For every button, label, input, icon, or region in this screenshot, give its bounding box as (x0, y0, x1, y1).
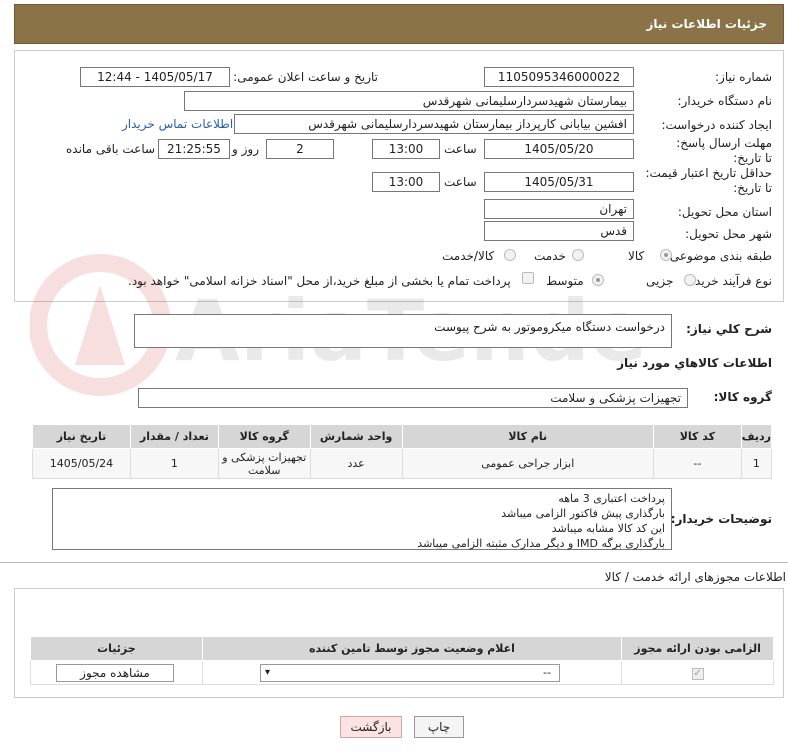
chevron-down-icon: ▾ (265, 667, 271, 678)
buyer-org-label: نام دستگاه خریدار: (677, 94, 773, 108)
cell-name: ابزار جراحی عمومی (401, 448, 654, 479)
purchase-radio-minor[interactable] (684, 274, 696, 286)
category-option-service: خدمت (534, 249, 566, 263)
city-field: قدس (484, 221, 634, 241)
col-unit: واحد شمارش (309, 424, 403, 449)
price-valid-label: حداقل تاریخ اعتبار قیمت: تا تاریخ: (645, 166, 772, 195)
days-remaining-field: 2 (266, 139, 334, 159)
lic-col-details: جزئیات (30, 636, 203, 661)
lic-required-cell: ✓ (621, 660, 774, 685)
category-radio-goods[interactable] (660, 249, 672, 261)
province-label: استان محل تحویل: (677, 205, 772, 219)
announce-label: تاریخ و ساعت اعلان عمومی: (233, 70, 378, 84)
goods-section-title: اطلاعات کالاهاي مورد نياز (617, 356, 772, 370)
price-valid-date-field: 1405/05/31 (484, 172, 634, 192)
purchase-radio-medium[interactable] (592, 274, 604, 286)
category-radio-service[interactable] (572, 249, 584, 261)
city-label: شهر محل تحویل: (685, 227, 772, 241)
description-textarea[interactable]: درخواست دستگاه میکروموتور به شرح پیوست (134, 314, 672, 348)
view-license-button[interactable]: مشاهده مجوز (56, 664, 174, 682)
page-title: جزئیات اطلاعات نیاز (646, 17, 767, 31)
description-label: شرح کلي نياز: (686, 322, 772, 336)
price-valid-time-field: 13:00 (372, 172, 440, 192)
buyer-notes-label: توضیحات خریدار: (670, 512, 772, 526)
cell-code: -- (652, 448, 742, 479)
cell-row: 1 (740, 448, 773, 479)
print-button[interactable]: چاپ (414, 716, 464, 738)
purchase-type-label: نوع فرآیند خرید : (687, 274, 772, 288)
buyer-note-line: این کد کالا مشابه میباشد (551, 522, 665, 535)
category-radio-goods-service[interactable] (504, 249, 516, 261)
buyer-notes-textarea[interactable]: پرداخت اعتباری 3 ماهه بارگذاری پیش فاکتو… (52, 488, 672, 550)
buyer-org-field: بیمارستان شهیدسردارسلیمانی شهرقدس (184, 91, 634, 111)
col-row: ردیف (740, 424, 773, 449)
col-group: گروه کالا (217, 424, 311, 449)
requester-field: افشین بیابانی کارپرداز بیمارستان شهیدسرد… (234, 114, 634, 134)
treasury-payment-checkbox[interactable] (522, 272, 534, 284)
col-name: نام کالا (401, 424, 654, 449)
cell-group: تجهیزات پزشکی و سلامت (217, 448, 311, 479)
requester-label: ایجاد کننده درخواست: (661, 118, 772, 132)
purchase-option-medium: متوسط (546, 274, 584, 288)
goods-group-label: گروه کالا: (713, 390, 772, 404)
remaining-time-field: 21:25:55 (158, 139, 230, 159)
buyer-note-line: بارگذاری برگه IMD و دیگر مدارک مثبته الز… (417, 537, 665, 550)
deadline-label: مهلت ارسال پاسخ: تا تاریخ: (676, 136, 772, 165)
licenses-title: اطلاعات مجوزهای ارائه خدمت / کالا (604, 570, 786, 584)
goods-table: ردیف کد کالا نام کالا واحد شمارش گروه کا… (32, 424, 773, 479)
license-status-value: -- (543, 666, 551, 679)
goods-group-field: تجهیزات پزشکی و سلامت (138, 388, 688, 408)
col-code: کد کالا (652, 424, 742, 449)
deadline-time-field: 13:00 (372, 139, 440, 159)
need-number-label: شماره نیاز: (715, 70, 772, 84)
back-button[interactable]: بازگشت (340, 716, 402, 738)
license-status-select[interactable]: -- ▾ (260, 664, 560, 682)
cell-date: 1405/05/24 (32, 448, 131, 479)
need-number-field: 1105095346000022 (484, 67, 634, 87)
category-label: طبقه بندی موضوعی: (665, 249, 772, 263)
lic-col-required: الزامی بودن ارائه مجوز (621, 636, 774, 661)
page-header: جزئیات اطلاعات نیاز (14, 4, 784, 44)
remaining-time-label: ساعت باقی مانده (66, 142, 156, 156)
col-qty: تعداد / مقدار (129, 424, 219, 449)
buyer-note-line: بارگذاری پیش فاکتور الزامی میباشد (501, 507, 665, 520)
table-row: 1 -- ابزار جراحی عمومی عدد تجهیزات پزشکی… (32, 448, 773, 479)
buyer-contact-link[interactable]: اطلاعات تماس خریدار (122, 117, 233, 131)
required-checkbox: ✓ (691, 667, 704, 680)
deadline-date-field: 1405/05/20 (484, 139, 634, 159)
cell-unit: عدد (309, 448, 403, 479)
days-label: روز و (232, 142, 259, 156)
section-divider (0, 562, 788, 563)
category-option-goods: کالا (628, 249, 645, 263)
col-date: تاریخ نیاز (32, 424, 131, 449)
deadline-hour-label: ساعت (444, 142, 477, 156)
purchase-option-minor: جزیی (646, 274, 674, 288)
price-valid-hour-label: ساعت (444, 175, 477, 189)
lic-col-status: اعلام وضعیت مجوز توسط تامین کننده (201, 636, 623, 661)
announce-datetime-field: 1405/05/17 - 12:44 (80, 67, 230, 87)
cell-qty: 1 (129, 448, 219, 479)
buyer-note-line: پرداخت اعتباری 3 ماهه (558, 492, 665, 505)
category-option-goods-service: کالا/خدمت (442, 249, 495, 263)
province-field: تهران (484, 199, 634, 219)
treasury-payment-note: پرداخت تمام یا بخشی از مبلغ خرید،از محل … (128, 274, 511, 288)
